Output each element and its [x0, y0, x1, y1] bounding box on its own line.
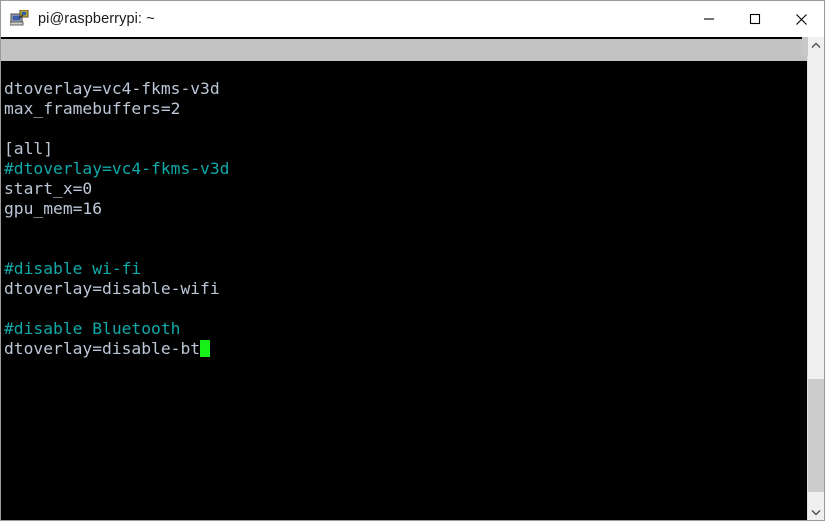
editor-line[interactable]: [all] [1, 139, 807, 159]
editor-line[interactable]: #disable wi-fi [1, 259, 807, 279]
nano-title-bar: GNU nano 3.2 /boot/config.txt Modified [1, 39, 807, 125]
maximize-button[interactable] [732, 1, 778, 37]
editor-line-text: start_x=0 [4, 179, 93, 198]
nano-editor-buffer[interactable]: dtoverlay=vc4-fkms-v3d max_framebuffers=2… [1, 79, 807, 479]
editor-line-text: dtoverlay=vc4-fkms-v3d [4, 79, 220, 98]
editor-line[interactable]: #dtoverlay=vc4-fkms-v3d [1, 159, 807, 179]
editor-line-text: dtoverlay=disable-wifi [4, 279, 220, 298]
editor-line-text: gpu_mem=16 [4, 199, 103, 218]
editor-line-text: #disable wi-fi [4, 259, 142, 278]
editor-line[interactable] [1, 239, 807, 259]
nano-help-bar: ^G Get Help^O Write Out^W Where Is^K Cut… [1, 479, 807, 520]
editor-line[interactable]: dtoverlay=disable-bt [1, 339, 807, 359]
vertical-scrollbar[interactable] [802, 37, 824, 520]
window-titlebar[interactable]: pi@raspberrypi: ~ [1, 1, 824, 37]
scrollbar-thumb[interactable] [808, 379, 824, 492]
terminal-screen[interactable]: GNU nano 3.2 /boot/config.txt Modified d… [1, 37, 807, 520]
editor-line[interactable]: max_framebuffers=2 [1, 99, 807, 119]
editor-line-text: dtoverlay=disable-bt [4, 339, 201, 358]
editor-line[interactable] [1, 299, 807, 319]
editor-line[interactable]: gpu_mem=16 [1, 199, 807, 219]
editor-line-text: [all] [4, 139, 54, 158]
editor-line-text: #dtoverlay=vc4-fkms-v3d [4, 159, 230, 178]
close-button[interactable] [778, 1, 824, 37]
editor-line[interactable]: #disable Bluetooth [1, 319, 807, 339]
window-controls [686, 1, 824, 37]
editor-line-text: max_framebuffers=2 [4, 99, 181, 118]
editor-line[interactable] [1, 119, 807, 139]
minimize-button[interactable] [686, 1, 732, 37]
editor-line[interactable]: dtoverlay=vc4-fkms-v3d [1, 79, 807, 99]
editor-line[interactable]: dtoverlay=disable-wifi [1, 279, 807, 299]
editor-line[interactable]: start_x=0 [1, 179, 807, 199]
chevron-up-icon[interactable] [808, 37, 824, 54]
text-cursor [200, 340, 211, 357]
window-title: pi@raspberrypi: ~ [38, 11, 155, 27]
putty-terminal-icon [9, 9, 30, 28]
editor-line[interactable] [1, 219, 807, 239]
chevron-down-icon[interactable] [808, 504, 824, 520]
terminal-window: pi@raspberrypi: ~ GNU nano 3.2 /boot/con… [0, 0, 825, 521]
editor-line-text: #disable Bluetooth [4, 319, 181, 338]
